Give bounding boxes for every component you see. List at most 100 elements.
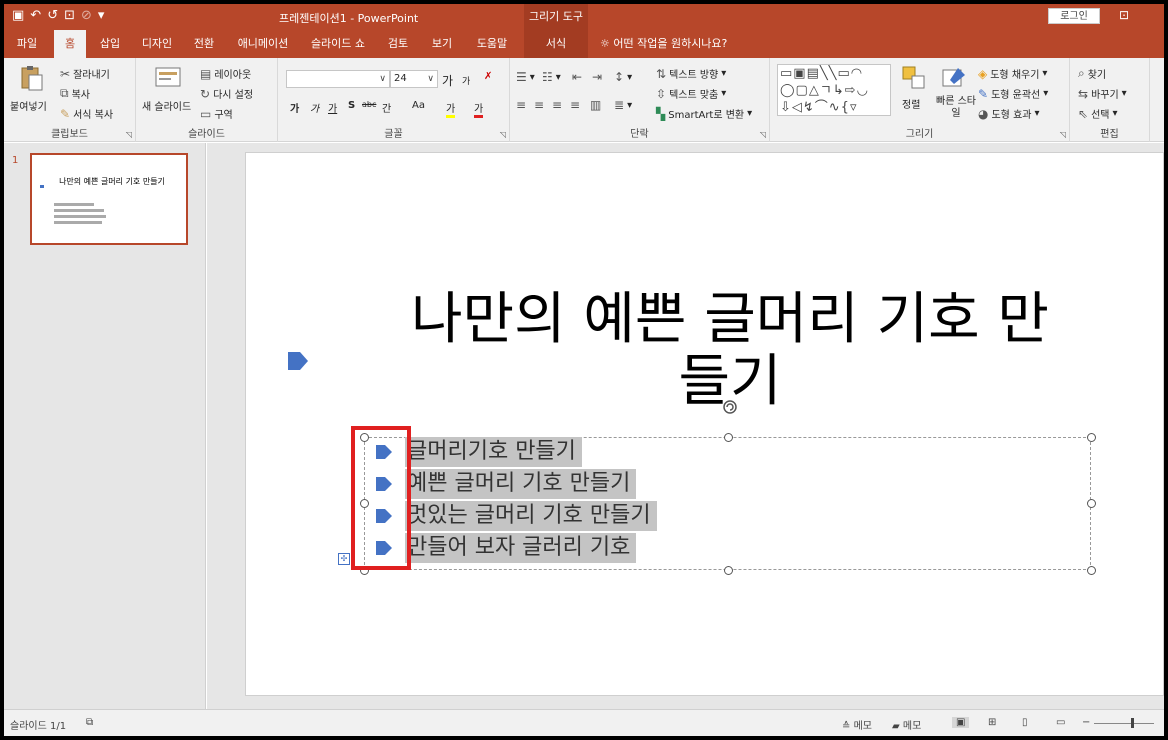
increase-indent-icon[interactable]: ⇥ [592, 70, 602, 84]
paste-icon[interactable] [18, 64, 46, 92]
layout-button[interactable]: ▤ 레이아웃 [200, 66, 251, 82]
justify-icon[interactable]: ≡ [570, 98, 580, 112]
slide-sorter-icon[interactable]: ⊞ [988, 717, 996, 728]
quick-styles-icon[interactable] [940, 64, 968, 92]
comments-button[interactable]: ▰ 메모 [892, 717, 921, 732]
tab-transitions[interactable]: 전환 [184, 30, 224, 58]
reset-button[interactable]: ↻ 다시 설정 [200, 86, 253, 102]
change-case-button[interactable]: Aa [412, 100, 425, 111]
format-painter-button[interactable]: ✎ 서식 복사 [60, 106, 113, 122]
group-editing: ⌕ 찾기 ⇆ 바꾸기 ▾ ⇖ 선택 ▾ 편집 [1070, 58, 1150, 142]
autofit-options-icon[interactable]: ✣ [338, 553, 350, 565]
shapes-gallery[interactable]: ▭▣▤╲╲▭◠ ◯▢△ㄱ↳⇨◡ ⇩◁↯⌒∿{▿ [777, 64, 891, 116]
tab-animations[interactable]: 애니메이션 [228, 30, 298, 58]
normal-view-icon[interactable]: ▣ [952, 717, 970, 728]
replace-button[interactable]: ⇆ 바꾸기 ▾ [1078, 86, 1127, 102]
align-right-icon[interactable]: ≡ [552, 98, 562, 112]
font-name-combo[interactable]: ∨ [286, 70, 390, 88]
tell-me-search[interactable]: ☼ 어떤 작업을 원하시나요? [600, 30, 727, 58]
resize-handle[interactable] [1087, 566, 1096, 575]
slide-thumbnail[interactable]: 나만의 예쁜 글머리 기호 만들기 [30, 153, 188, 245]
customize-qat-icon[interactable]: ▾ [98, 8, 105, 24]
drawing-launcher-icon[interactable]: ◹ [1060, 130, 1066, 139]
align-left-icon[interactable]: ≡ [516, 98, 526, 112]
italic-button[interactable]: 가 [310, 100, 319, 115]
cut-button[interactable]: ✂ 잘라내기 [60, 66, 110, 82]
copy-button[interactable]: ⧉ 복사 [60, 86, 90, 101]
strikethrough-button[interactable]: abc [362, 100, 376, 109]
align-center-icon[interactable]: ≡ [534, 98, 544, 112]
shape-effects-button[interactable]: ◕ 도형 효과 ▾ [978, 106, 1040, 122]
resize-handle[interactable] [1087, 499, 1096, 508]
spellcheck-icon[interactable]: ⧉ [86, 717, 93, 728]
zoom-out-icon[interactable]: − [1082, 717, 1090, 728]
ribbon-display-options-icon[interactable]: ⊡ [1114, 8, 1134, 24]
arrange-icon[interactable] [900, 64, 928, 92]
paragraph-launcher-icon[interactable]: ◹ [760, 130, 766, 139]
replace-icon: ⇆ [1078, 86, 1089, 101]
clear-format-icon[interactable]: ✗ [484, 71, 492, 82]
list-item[interactable]: 예쁜 글머리 기호 만들기 [375, 468, 637, 500]
new-slide-icon[interactable] [154, 64, 182, 92]
reading-view-icon[interactable]: ▯ [1022, 717, 1028, 728]
new-slide-button[interactable]: 새 슬라이드 [142, 98, 191, 113]
tab-slideshow[interactable]: 슬라이드 쇼 [302, 30, 374, 58]
quick-styles-button[interactable]: 빠른 스타일 [936, 96, 976, 120]
bullets-button[interactable]: ☰ ▾ [516, 70, 535, 84]
tab-insert[interactable]: 삽입 [90, 30, 130, 58]
align-text-button[interactable]: ⇳ 텍스트 맞춤 ▾ [656, 86, 726, 102]
disabled-action-icon: ⊘ [81, 8, 92, 23]
rotate-handle-icon[interactable] [722, 399, 738, 415]
tab-design[interactable]: 디자인 [134, 30, 180, 58]
tab-help[interactable]: 도움말 [466, 30, 518, 58]
resize-handle[interactable] [724, 566, 733, 575]
line-spacing-icon[interactable]: ↕ ▾ [614, 70, 632, 84]
bullet-text-box[interactable]: 글머리기호 만들기 예쁜 글머리 기호 만들기 멋있는 글머리 기호 만들기 만… [364, 437, 1091, 570]
tab-view[interactable]: 보기 [422, 30, 462, 58]
zoom-slider[interactable] [1094, 723, 1154, 724]
char-spacing-button[interactable]: 간 [382, 100, 391, 115]
shadow-button[interactable]: S [348, 100, 355, 111]
undo-icon[interactable]: ↶ [30, 8, 41, 24]
tab-format[interactable]: 서식 [524, 30, 588, 58]
notes-button[interactable]: ≙ 메모 [842, 717, 872, 732]
highlight-button[interactable]: 가 [446, 100, 456, 118]
tab-file[interactable]: 파일 [6, 30, 48, 58]
thumbnail-line [54, 209, 104, 212]
section-button[interactable]: ▭ 구역 [200, 106, 233, 122]
select-button[interactable]: ⇖ 선택 ▾ [1078, 106, 1118, 122]
grow-font-button[interactable]: 가 [442, 72, 453, 89]
smartart-button[interactable]: ▚ SmartArt로 변환 ▾ [656, 106, 752, 122]
slide-canvas[interactable]: 나만의 예쁜 글머리 기호 만들기 글머리기호 만들기 예쁜 글머리 기호 만들… [245, 152, 1164, 696]
resize-handle[interactable] [724, 433, 733, 442]
paragraph-options-icon[interactable]: ≣ ▾ [614, 98, 632, 112]
paste-button[interactable]: 붙여넣기 [10, 98, 47, 113]
save-icon[interactable]: ▣ [12, 8, 24, 24]
list-item[interactable]: 멋있는 글머리 기호 만들기 [375, 500, 657, 532]
clipboard-launcher-icon[interactable]: ◹ [126, 130, 132, 139]
resize-handle[interactable] [1087, 433, 1096, 442]
text-direction-button[interactable]: ⇅ 텍스트 방향 ▾ [656, 66, 726, 82]
slideshow-view-icon[interactable]: ▭ [1056, 717, 1065, 728]
tab-home[interactable]: 홈 [54, 30, 86, 58]
shape-fill-button[interactable]: ◈ 도형 채우기 ▾ [978, 66, 1047, 82]
bold-button[interactable]: 가 [290, 100, 299, 115]
arrange-button[interactable]: 정렬 [902, 96, 920, 111]
font-size-combo[interactable]: 24 ∨ [390, 70, 438, 88]
underline-button[interactable]: 가 [328, 100, 337, 115]
columns-icon[interactable]: ▥ [590, 98, 601, 112]
numbering-button[interactable]: ☷ ▾ [542, 70, 561, 84]
login-button[interactable]: 로그인 [1048, 8, 1100, 24]
font-color-button[interactable]: 가 [474, 100, 484, 118]
shape-outline-button[interactable]: ✎ 도형 윤곽선 ▾ [978, 86, 1048, 102]
start-from-beginning-icon[interactable]: ⊡ [64, 8, 75, 24]
zoom-slider-thumb[interactable] [1131, 718, 1134, 728]
redo-icon[interactable]: ↺ [47, 8, 58, 24]
tab-review[interactable]: 검토 [378, 30, 418, 58]
slide-title[interactable]: 나만의 예쁜 글머리 기호 만들기 [390, 289, 1070, 413]
shrink-font-button[interactable]: 가 [462, 74, 470, 87]
list-item[interactable]: 만들어 보자 글러리 기호 [375, 532, 637, 564]
decrease-indent-icon[interactable]: ⇤ [572, 70, 582, 84]
find-button[interactable]: ⌕ 찾기 [1078, 66, 1106, 81]
font-launcher-icon[interactable]: ◹ [500, 130, 506, 139]
